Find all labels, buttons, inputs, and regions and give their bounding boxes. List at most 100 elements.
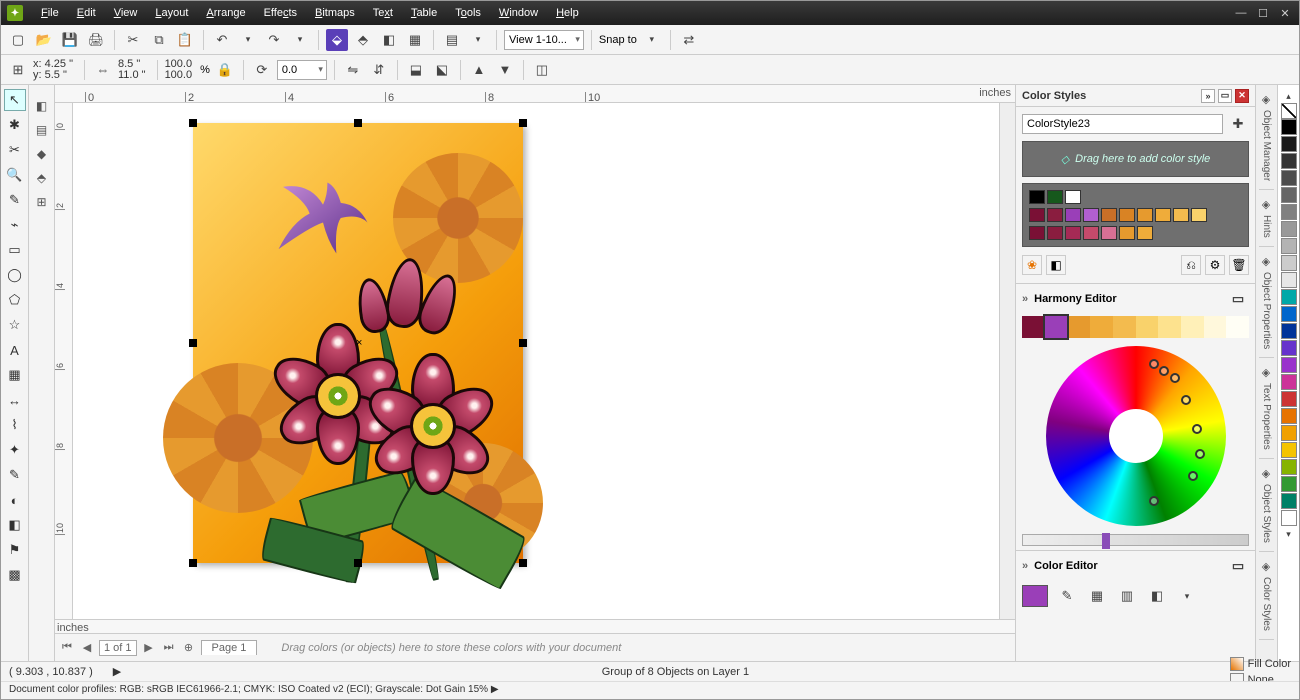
- options-button[interactable]: ⇄: [678, 29, 700, 51]
- wrap-text-button[interactable]: ◫: [531, 59, 553, 81]
- harmony-marker[interactable]: [1181, 395, 1191, 405]
- harmony-marker[interactable]: [1192, 424, 1202, 434]
- menu-layout[interactable]: Layout: [147, 5, 196, 21]
- last-page-button[interactable]: ⏭: [161, 641, 177, 654]
- undo-drop[interactable]: ▾: [237, 29, 259, 51]
- eyedropper-tool[interactable]: ✎: [4, 464, 26, 486]
- close-button[interactable]: ✕: [1277, 7, 1293, 20]
- palette-swatch[interactable]: [1281, 136, 1297, 152]
- harmony-marker[interactable]: [1149, 359, 1159, 369]
- harmony-marker[interactable]: [1195, 449, 1205, 459]
- smart-fill-tool[interactable]: ⌁: [4, 214, 26, 236]
- color-swatch[interactable]: [1047, 208, 1063, 222]
- color-swatch[interactable]: [1119, 208, 1135, 222]
- polygon-tool[interactable]: ⬠: [4, 289, 26, 311]
- mirror-h-button[interactable]: ⇋: [342, 59, 364, 81]
- palette-swatch[interactable]: [1281, 119, 1297, 135]
- canvas-stage[interactable]: ×: [73, 103, 999, 619]
- harmony-marker[interactable]: [1170, 373, 1180, 383]
- color-style-name-input[interactable]: [1022, 114, 1223, 134]
- menu-edit[interactable]: Edit: [69, 5, 104, 21]
- palette-swatch[interactable]: [1281, 204, 1297, 220]
- text-tool[interactable]: A: [4, 339, 26, 361]
- current-color-patch[interactable]: [1022, 585, 1048, 607]
- app-launcher-button[interactable]: ▦: [404, 29, 426, 51]
- palette-swatch[interactable]: [1281, 170, 1297, 186]
- docker-expand-button[interactable]: »: [1201, 89, 1215, 103]
- to-back-button[interactable]: ▼: [494, 59, 516, 81]
- prev-page-button[interactable]: ◀: [79, 641, 95, 654]
- fill-tool[interactable]: ◧: [4, 514, 26, 536]
- snap-to-drop[interactable]: ▾: [641, 29, 663, 51]
- color-swatch[interactable]: [1083, 226, 1099, 240]
- sec-tool-3[interactable]: ◆: [33, 145, 51, 163]
- menu-window[interactable]: Window: [491, 5, 546, 21]
- rotation-value[interactable]: 0.0: [277, 60, 327, 80]
- docker-tab[interactable]: ◈Object Properties: [1259, 247, 1274, 358]
- page-info[interactable]: 1 of 1: [99, 640, 137, 656]
- docker-menu-button[interactable]: ▭: [1218, 89, 1232, 103]
- menu-text[interactable]: Text: [365, 5, 401, 21]
- color-styles-header[interactable]: Color Styles » ▭ ✕: [1016, 85, 1255, 107]
- apply-style-button[interactable]: ⎌: [1181, 255, 1201, 275]
- scale-x-value[interactable]: 100.0: [165, 59, 193, 70]
- zoom-tool[interactable]: 🔍: [4, 164, 26, 186]
- welcome-drop[interactable]: ▾: [467, 29, 489, 51]
- harmony-strip[interactable]: [1022, 316, 1249, 338]
- minimize-button[interactable]: —: [1233, 7, 1249, 20]
- palette-swatch[interactable]: [1281, 323, 1297, 339]
- palette-swatch[interactable]: [1281, 425, 1297, 441]
- outline-tool[interactable]: ◐: [4, 489, 26, 511]
- color-swatch[interactable]: [1101, 208, 1117, 222]
- color-model-button-3[interactable]: ◧: [1146, 585, 1168, 607]
- color-swatch[interactable]: [1137, 208, 1153, 222]
- new-button[interactable]: ▢: [7, 29, 29, 51]
- palette-swatch[interactable]: [1281, 391, 1297, 407]
- palette-swatch[interactable]: [1281, 255, 1297, 271]
- ungroup-all-button[interactable]: ⬕: [431, 59, 453, 81]
- color-model-drop[interactable]: ▾: [1176, 585, 1198, 607]
- palette-swatch[interactable]: [1281, 510, 1297, 526]
- scale-y-value[interactable]: 100.0: [165, 70, 193, 81]
- ungroup-button[interactable]: ⬓: [405, 59, 427, 81]
- color-swatch[interactable]: [1065, 208, 1081, 222]
- width-value[interactable]: 8.5 ": [118, 59, 146, 70]
- color-model-button-1[interactable]: ▦: [1086, 585, 1108, 607]
- to-front-button[interactable]: ▲: [468, 59, 490, 81]
- break-link-button[interactable]: ⚙: [1205, 255, 1225, 275]
- redo-button[interactable]: ↷: [263, 29, 285, 51]
- zoom-level-combo[interactable]: View 1-10...: [504, 30, 584, 50]
- palette-swatch[interactable]: [1281, 187, 1297, 203]
- color-swatch[interactable]: [1137, 226, 1153, 240]
- maximize-button[interactable]: ☐: [1255, 7, 1271, 20]
- shape-tool[interactable]: ✱: [4, 114, 26, 136]
- table-tool[interactable]: ▦: [4, 364, 26, 386]
- next-page-button[interactable]: ▶: [141, 641, 157, 654]
- new-harmony-button[interactable]: ◧: [1046, 255, 1066, 275]
- color-model-button-2[interactable]: ▥: [1116, 585, 1138, 607]
- sec-tool-5[interactable]: ⊞: [33, 193, 51, 211]
- lock-ratio-icon[interactable]: 🔒: [214, 59, 236, 81]
- palette-swatch[interactable]: [1281, 408, 1297, 424]
- palette-swatch[interactable]: [1281, 476, 1297, 492]
- no-color-swatch[interactable]: [1281, 103, 1297, 119]
- vertical-scrollbar[interactable]: [999, 103, 1015, 619]
- eyedropper-button[interactable]: ✎: [1056, 585, 1078, 607]
- harmony-slider[interactable]: [1022, 534, 1249, 546]
- interactive-fill-tool[interactable]: ⚑: [4, 539, 26, 561]
- freehand-tool[interactable]: ✎: [4, 189, 26, 211]
- rectangle-tool[interactable]: ▭: [4, 239, 26, 261]
- page-tab[interactable]: Page 1: [201, 640, 258, 655]
- effects-tool[interactable]: ✦: [4, 439, 26, 461]
- open-button[interactable]: 📂: [33, 29, 55, 51]
- y-value[interactable]: 5.5 ": [45, 69, 67, 81]
- palette-swatch[interactable]: [1281, 153, 1297, 169]
- color-swatch[interactable]: [1029, 208, 1045, 222]
- ellipse-tool[interactable]: ◯: [4, 264, 26, 286]
- palette-swatch[interactable]: [1281, 272, 1297, 288]
- color-swatch[interactable]: [1065, 226, 1081, 240]
- harmony-marker[interactable]: [1127, 431, 1137, 441]
- sec-tool-1[interactable]: ◧: [33, 97, 51, 115]
- menu-view[interactable]: View: [106, 5, 146, 21]
- harmony-options-button[interactable]: ▭: [1227, 288, 1249, 310]
